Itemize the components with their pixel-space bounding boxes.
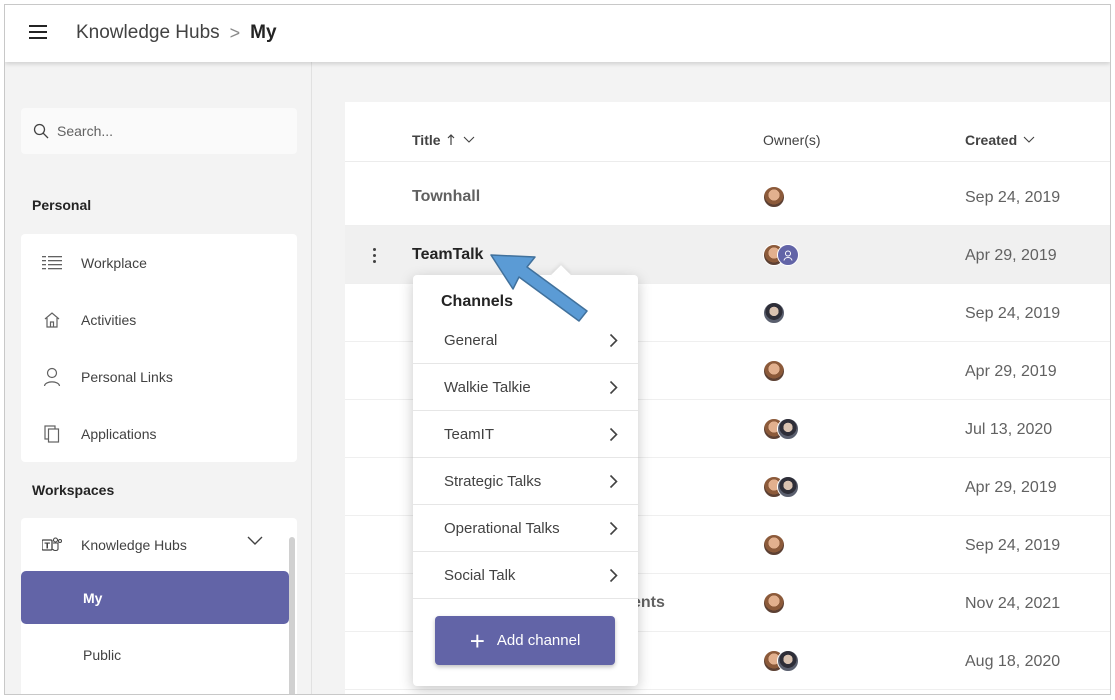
sidebar-item-label: Personal Links [81, 368, 173, 385]
top-bar: Knowledge Hubs > My [5, 5, 1110, 62]
row-created: Nov 24, 2021 [965, 595, 1061, 612]
sidebar-item-personal-links[interactable]: Personal Links [21, 348, 297, 405]
avatar [763, 592, 785, 614]
sidebar-scrollbar[interactable] [289, 537, 295, 694]
workspace-label: Knowledge Hubs [81, 536, 187, 553]
row-created: Sep 24, 2019 [965, 305, 1061, 322]
sidebar-item-activities[interactable]: Activities [21, 291, 297, 348]
chevron-down-icon[interactable] [247, 536, 263, 546]
channel-item[interactable]: Strategic Talks [413, 458, 638, 505]
owner-avatars [763, 360, 785, 382]
chevron-right-icon [609, 380, 618, 395]
table-row[interactable]: Townhall Sep 24, 2019 [345, 168, 1110, 226]
channel-label: Social Talk [444, 566, 516, 584]
row-created: Apr 29, 2019 [965, 247, 1057, 264]
channel-item[interactable]: TeamIT [413, 411, 638, 458]
app-window: Knowledge Hubs > My Search... Personal W… [4, 4, 1111, 695]
avatar [763, 360, 785, 382]
sort-up-arrow-icon [447, 134, 454, 145]
breadcrumb-separator: > [229, 22, 241, 43]
search-input[interactable]: Search... [21, 108, 297, 154]
chevron-down-icon [463, 136, 474, 143]
sidebar-item-label: Activities [81, 311, 137, 328]
row-title[interactable]: TeamTalk [412, 246, 483, 264]
avatar [763, 186, 785, 208]
avatar [777, 418, 799, 440]
chevron-right-icon [609, 474, 618, 489]
channel-label: General [444, 331, 498, 349]
home-icon [41, 309, 63, 331]
search-icon [33, 123, 49, 139]
owner-avatars [763, 302, 785, 324]
column-created[interactable]: Created [965, 132, 1035, 148]
channel-label: Strategic Talks [444, 472, 542, 490]
avatar [763, 534, 785, 556]
column-created-label: Created [965, 132, 1018, 148]
avatar [777, 650, 799, 672]
personal-card: Workplace Activities Personal Links Appl… [21, 234, 297, 462]
row-title[interactable]: Townhall [412, 188, 480, 206]
sidebar-item-workplace[interactable]: Workplace [21, 234, 297, 291]
row-created: Aug 18, 2020 [965, 653, 1061, 670]
plus-icon: + [469, 625, 485, 656]
owner-avatars [763, 186, 785, 208]
section-workspaces: Workspaces [32, 482, 115, 498]
add-channel-label: Add channel [496, 632, 581, 649]
grid-list-icon [41, 252, 63, 274]
chevron-down-icon [1023, 136, 1035, 143]
sidebar-item-my[interactable]: My [21, 571, 289, 624]
channel-item[interactable]: Walkie Talkie [413, 364, 638, 411]
sidebar-item-label: Workplace [81, 254, 147, 271]
breadcrumb-root[interactable]: Knowledge Hubs [76, 22, 220, 44]
channel-label: TeamIT [444, 425, 495, 443]
channel-item[interactable]: Operational Talks [413, 505, 638, 552]
sidebar-item-applications[interactable]: Applications [21, 405, 297, 462]
column-title[interactable]: Title [412, 132, 475, 148]
row-created: Jul 13, 2020 [965, 421, 1053, 438]
owner-avatars [763, 244, 799, 266]
chevron-right-icon [609, 427, 618, 442]
svg-text:T: T [45, 541, 51, 550]
row-created: Apr 29, 2019 [965, 479, 1057, 496]
owner-avatars [763, 534, 785, 556]
sidebar: Search... Personal Workplace Activities [5, 62, 312, 694]
owner-avatars [763, 418, 799, 440]
channel-item[interactable]: Social Talk [413, 552, 638, 599]
avatar [777, 476, 799, 498]
avatar [763, 302, 785, 324]
row-created: Apr 29, 2019 [965, 363, 1057, 380]
hamburger-menu-icon[interactable] [29, 24, 47, 40]
teams-icon: T [41, 534, 63, 556]
workspaces-card: T Knowledge Hubs My Public [21, 518, 297, 694]
person-icon [783, 250, 793, 261]
add-channel-button[interactable]: + Add channel [435, 616, 615, 665]
sidebar-item-public[interactable]: Public [21, 628, 289, 681]
breadcrumb: Knowledge Hubs > My [76, 22, 277, 44]
row-created: Sep 24, 2019 [965, 189, 1061, 206]
search-placeholder: Search... [57, 123, 114, 139]
column-title-label: Title [412, 132, 441, 148]
chevron-right-icon [609, 521, 618, 536]
chevron-right-icon [609, 568, 618, 583]
channel-label: Operational Talks [444, 519, 560, 537]
channel-label: Walkie Talkie [444, 378, 531, 396]
owner-avatars [763, 592, 785, 614]
owner-avatars [763, 476, 799, 498]
avatar-placeholder [777, 244, 799, 266]
column-owners-label: Owner(s) [763, 132, 821, 148]
breadcrumb-current: My [250, 22, 277, 43]
owner-avatars [763, 650, 799, 672]
person-icon [41, 366, 63, 388]
sidebar-item-label: Applications [81, 425, 157, 442]
column-owners[interactable]: Owner(s) [763, 132, 821, 148]
workspace-knowledge-hubs[interactable]: T Knowledge Hubs [21, 518, 297, 571]
section-personal: Personal [32, 197, 92, 213]
callout-arrow-icon [490, 254, 588, 322]
table-header: Title Owner(s) Created [345, 102, 1110, 162]
copy-icon [41, 423, 63, 445]
chevron-right-icon [609, 333, 618, 348]
channels-popup: Channels General Walkie Talkie TeamIT St… [413, 265, 638, 686]
more-options-icon[interactable] [369, 245, 379, 265]
row-created: Sep 24, 2019 [965, 537, 1061, 554]
